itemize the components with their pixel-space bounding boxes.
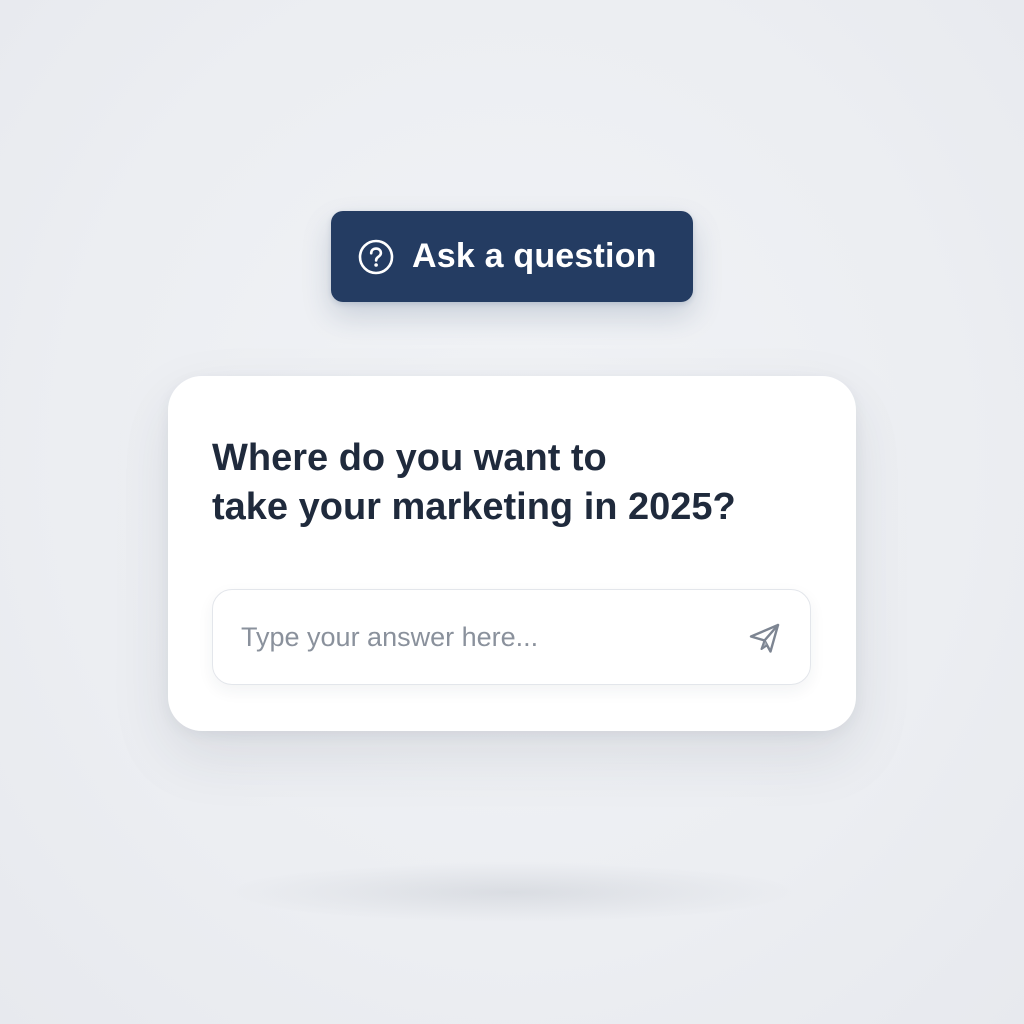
question-card: Where do you want to take your marketing… (168, 376, 856, 731)
answer-input[interactable] (241, 590, 711, 684)
question-heading: Where do you want to take your marketing… (212, 434, 812, 532)
question-circle-icon (358, 239, 394, 274)
card-floor-shadow (232, 862, 792, 922)
answer-field-container (212, 589, 811, 685)
send-paper-plane-icon (749, 623, 780, 653)
question-line-2: take your marketing in 2025? (212, 486, 736, 528)
ask-question-label: Ask a question (412, 237, 657, 275)
send-button[interactable] (746, 619, 784, 657)
ask-question-button[interactable]: Ask a question (331, 211, 693, 302)
question-line-1: Where do you want to (212, 437, 607, 479)
